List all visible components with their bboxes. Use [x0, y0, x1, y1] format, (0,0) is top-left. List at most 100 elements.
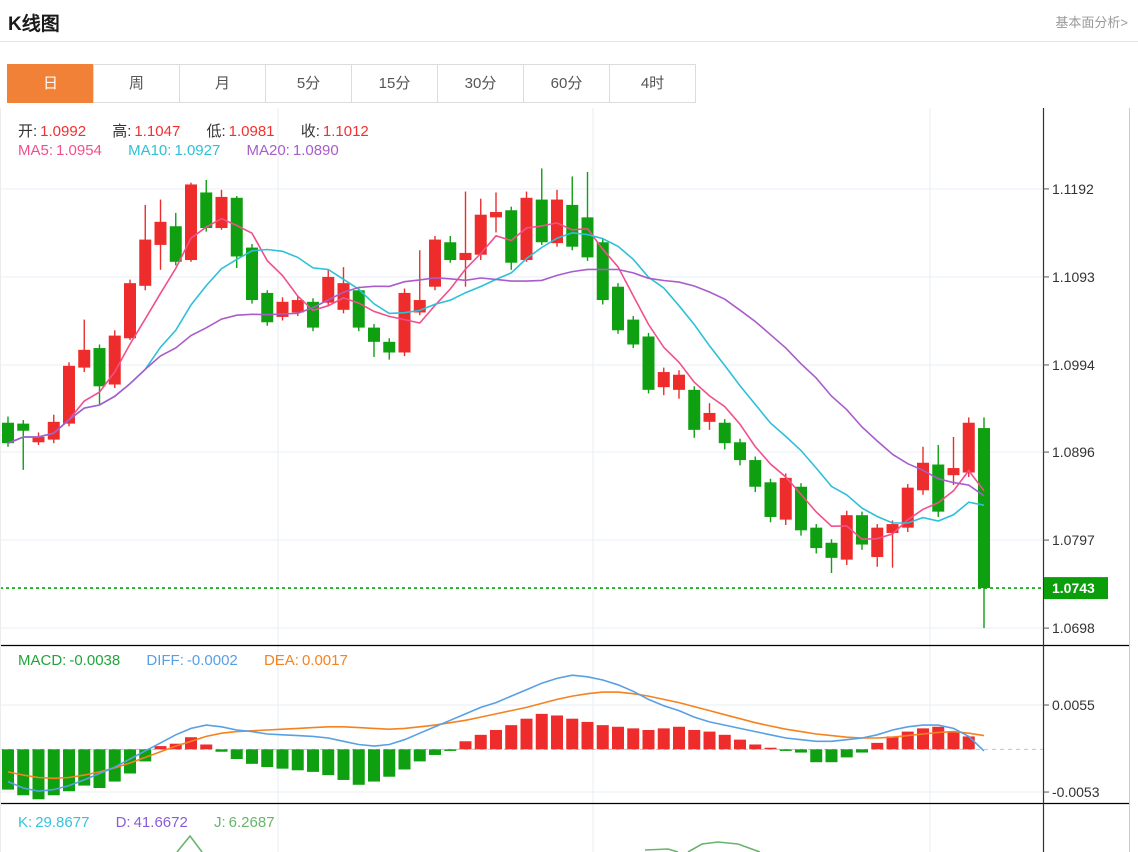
tab-4hour[interactable]: 4时: [609, 64, 696, 103]
candle[interactable]: [688, 390, 700, 430]
candle[interactable]: [841, 515, 853, 559]
candles-layer: [2, 168, 990, 628]
tab-30min[interactable]: 30分: [437, 64, 524, 103]
candle[interactable]: [170, 226, 182, 262]
candle[interactable]: [124, 283, 136, 338]
candle[interactable]: [338, 283, 350, 310]
macd-bar: [490, 730, 502, 749]
interval-tabs: 日 周 月 5分 15分 30分 60分 4时: [7, 64, 696, 103]
candle[interactable]: [826, 543, 838, 558]
tab-month[interactable]: 月: [179, 64, 266, 103]
candle[interactable]: [673, 375, 685, 390]
macd-bar: [887, 736, 899, 749]
candle[interactable]: [368, 328, 380, 342]
tab-60min[interactable]: 60分: [523, 64, 610, 103]
candle[interactable]: [216, 197, 228, 228]
candle[interactable]: [490, 212, 502, 217]
macd-bar: [322, 749, 334, 775]
j-line: [177, 836, 760, 852]
candle[interactable]: [566, 205, 578, 247]
macd-bar: [902, 732, 914, 750]
candle[interactable]: [185, 184, 197, 260]
macd-bar: [795, 749, 807, 752]
header-divider: [0, 41, 1138, 42]
candle[interactable]: [704, 413, 716, 422]
candle[interactable]: [597, 242, 609, 300]
macd-bar: [963, 736, 975, 749]
candle[interactable]: [292, 300, 304, 312]
axis-label: 1.0994: [1052, 357, 1095, 373]
candle[interactable]: [978, 428, 990, 588]
macd-bar: [216, 749, 228, 751]
macd-bar: [368, 749, 380, 781]
page-title: K线图: [8, 9, 60, 36]
macd-bar: [627, 728, 639, 749]
macd-bar: [719, 735, 731, 750]
candle[interactable]: [78, 350, 90, 368]
candle[interactable]: [536, 200, 548, 243]
candle[interactable]: [353, 290, 365, 327]
macd-bar: [444, 749, 456, 751]
candle[interactable]: [643, 336, 655, 389]
candle[interactable]: [749, 460, 761, 487]
candle[interactable]: [765, 482, 777, 517]
candle[interactable]: [17, 424, 29, 431]
candle[interactable]: [155, 222, 167, 245]
candle[interactable]: [734, 442, 746, 460]
tab-5min[interactable]: 5分: [265, 64, 352, 103]
candle[interactable]: [582, 217, 594, 257]
chart-canvas[interactable]: 1.11921.10931.09941.08961.07971.06980.00…: [0, 108, 1138, 852]
candle[interactable]: [429, 240, 441, 287]
axis-label: -0.0053: [1052, 784, 1100, 800]
candle[interactable]: [322, 277, 334, 303]
candle[interactable]: [963, 423, 975, 473]
macd-bar: [917, 728, 929, 749]
candle[interactable]: [887, 524, 899, 533]
axis-label: 0.0055: [1052, 697, 1095, 713]
candle[interactable]: [917, 463, 929, 491]
candle[interactable]: [658, 372, 670, 387]
candle[interactable]: [780, 478, 792, 520]
macd-bar: [353, 749, 365, 784]
candle[interactable]: [200, 192, 212, 228]
candle[interactable]: [627, 320, 639, 345]
candle[interactable]: [383, 342, 395, 353]
fundamental-analysis-link[interactable]: 基本面分析>: [1055, 12, 1128, 31]
candle[interactable]: [612, 287, 624, 331]
price-axis: 1.11921.10931.09941.08961.07971.06980.00…: [1043, 181, 1100, 800]
candle[interactable]: [94, 348, 106, 386]
tab-15min[interactable]: 15分: [351, 64, 438, 103]
candle[interactable]: [139, 240, 151, 286]
candle[interactable]: [261, 293, 273, 322]
macd-bar: [307, 749, 319, 772]
macd-bar: [749, 744, 761, 749]
last-price-label: 1.0743: [1052, 580, 1095, 596]
macd-bar: [429, 749, 441, 755]
macd-bar: [841, 749, 853, 757]
candle[interactable]: [719, 423, 731, 443]
axis-label: 1.0896: [1052, 444, 1095, 460]
candle[interactable]: [399, 293, 411, 353]
last-price-badge: 1.0743: [1044, 577, 1108, 599]
candle[interactable]: [810, 528, 822, 548]
candle[interactable]: [48, 422, 60, 440]
candle[interactable]: [871, 528, 883, 557]
macd-bar: [704, 732, 716, 750]
tab-week[interactable]: 周: [93, 64, 180, 103]
candle[interactable]: [460, 253, 472, 260]
macd-bar: [780, 749, 792, 751]
candle[interactable]: [246, 248, 258, 300]
tab-day[interactable]: 日: [7, 64, 94, 103]
macd-bar: [521, 719, 533, 750]
macd-bar: [810, 749, 822, 762]
candle[interactable]: [856, 515, 868, 544]
macd-bar: [612, 727, 624, 750]
ma5-line: [8, 219, 984, 540]
ma10-line: [8, 233, 984, 523]
candle[interactable]: [444, 242, 456, 260]
candle[interactable]: [948, 468, 960, 475]
macd-bar: [932, 727, 944, 750]
kline-widget: K线图 基本面分析> 日 周 月 5分 15分 30分 60分 4时 1.119…: [0, 0, 1138, 852]
macd-bar: [383, 749, 395, 776]
candle[interactable]: [2, 423, 14, 443]
